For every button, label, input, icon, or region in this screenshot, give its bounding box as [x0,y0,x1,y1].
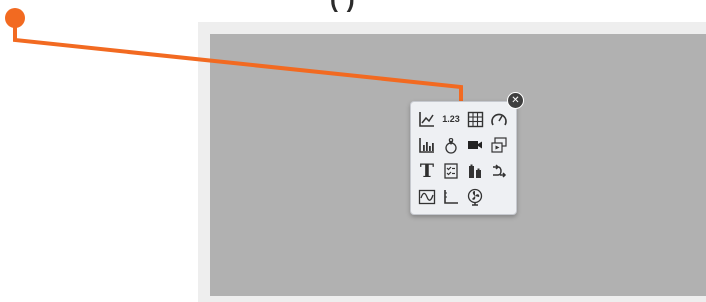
media-player-tool[interactable] [487,132,511,158]
map-pin-icon [445,138,457,154]
video-camera-tool[interactable] [463,132,487,158]
trend-waveform-icon [418,189,436,205]
line-chart-tool[interactable] [415,106,439,132]
axis-plot-tool[interactable] [439,184,463,210]
gauge-tool[interactable] [487,106,511,132]
fan-icon [467,188,483,206]
editor-stage: ( ) 1.23 [0,0,706,302]
video-camera-icon [468,141,482,149]
battery-level-tool[interactable] [463,158,487,184]
fan-tool[interactable] [463,184,487,210]
text-icon: T [419,159,435,182]
number-display-icon: 1.23 [442,114,460,124]
table-icon [467,111,483,127]
switch-tool[interactable] [487,158,511,184]
map-pin-tool[interactable] [439,132,463,158]
connector-anchor-dot[interactable] [5,8,25,28]
widget-palette: 1.23 T [410,101,517,215]
media-player-icon [491,137,507,153]
checklist-icon [444,163,458,179]
axis-plot-icon [444,190,458,204]
line-chart-icon [419,112,434,127]
table-tool[interactable] [463,106,487,132]
widget-palette-grid: 1.23 T [415,106,511,210]
bar-chart-tool[interactable] [415,132,439,158]
checklist-tool[interactable] [439,158,463,184]
trend-waveform-tool[interactable] [415,184,439,210]
bar-chart-icon [419,138,434,153]
gauge-icon [491,113,507,126]
text-tool[interactable]: T [415,158,439,184]
page-title: ( ) [330,0,356,13]
battery-level-icon [469,164,481,178]
number-display-tool[interactable]: 1.23 [439,106,463,132]
switch-icon [493,164,507,178]
close-palette-button[interactable]: ✕ [507,92,524,109]
